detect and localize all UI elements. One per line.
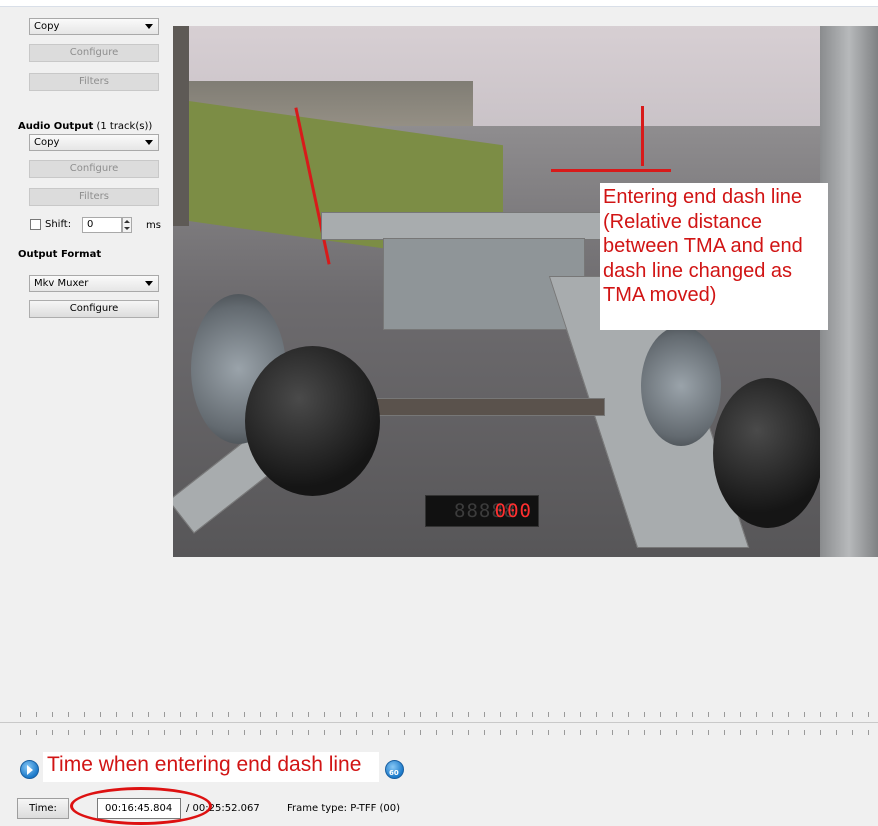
time-annotation-text: Time when entering end dash line	[47, 753, 362, 776]
frame-type: Frame type: P-TFF (00)	[287, 803, 401, 814]
shift-label: Shift:	[45, 219, 72, 230]
end-dash-marker-line	[551, 169, 671, 172]
video-configure-button[interactable]: Configure	[29, 44, 159, 62]
output-format-select[interactable]: Mkv Muxer	[29, 275, 159, 292]
audio-output-heading: Audio Output (1 track(s))	[18, 121, 152, 132]
video-codec-select[interactable]: Copy	[29, 18, 159, 35]
timeline-track[interactable]	[0, 722, 878, 723]
shift-unit: ms	[146, 220, 161, 231]
dropdown-arrow-icon	[145, 24, 153, 29]
left-weight-ball	[245, 346, 380, 496]
time-button[interactable]: Time:	[17, 798, 69, 819]
video-filters-button[interactable]: Filters	[29, 73, 159, 91]
timeline-slider[interactable]	[0, 703, 878, 743]
video-annotation-box: Entering end dash line (Relative distanc…	[600, 183, 828, 330]
output-configure-button[interactable]: Configure	[29, 300, 159, 318]
play-circle-icon[interactable]	[20, 760, 39, 779]
audio-codec-value: Copy	[34, 137, 60, 148]
output-format-value: Mkv Muxer	[34, 278, 89, 289]
go-to-icon[interactable]: 60	[385, 760, 404, 779]
counter-lit-digits: 000	[494, 500, 532, 522]
shift-checkbox[interactable]	[30, 219, 41, 230]
shift-input[interactable]: 0	[82, 217, 122, 233]
dropdown-arrow-icon	[145, 281, 153, 286]
right-wheel	[641, 326, 721, 446]
video-left-post	[173, 26, 189, 226]
led-counter: 88888 000	[425, 495, 539, 527]
timeline-ticks-bottom	[20, 730, 878, 735]
output-format-title: Output Format	[18, 249, 102, 260]
audio-filters-button[interactable]: Filters	[29, 188, 159, 206]
trailer-axle	[373, 398, 605, 416]
audio-codec-select[interactable]: Copy	[29, 134, 159, 151]
audio-track-count: (1 track(s))	[96, 121, 153, 132]
audio-configure-button[interactable]: Configure	[29, 160, 159, 178]
video-annotation-text: Entering end dash line (Relative distanc…	[603, 186, 803, 306]
output-format-heading: Output Format	[18, 249, 101, 260]
shift-spin-button[interactable]	[122, 217, 132, 233]
foreground-pole	[820, 26, 878, 557]
audio-output-title: Audio Output	[18, 121, 94, 132]
right-antenna	[641, 106, 644, 166]
trailer-crossbar	[321, 212, 605, 240]
right-weight-ball	[713, 378, 823, 528]
time-highlight-ellipse	[70, 787, 212, 825]
video-codec-value: Copy	[34, 21, 60, 32]
time-annotation-box: Time when entering end dash line	[43, 752, 379, 782]
timeline-ticks-top	[20, 712, 878, 717]
dropdown-arrow-icon	[145, 140, 153, 145]
window-top-border	[0, 0, 878, 7]
